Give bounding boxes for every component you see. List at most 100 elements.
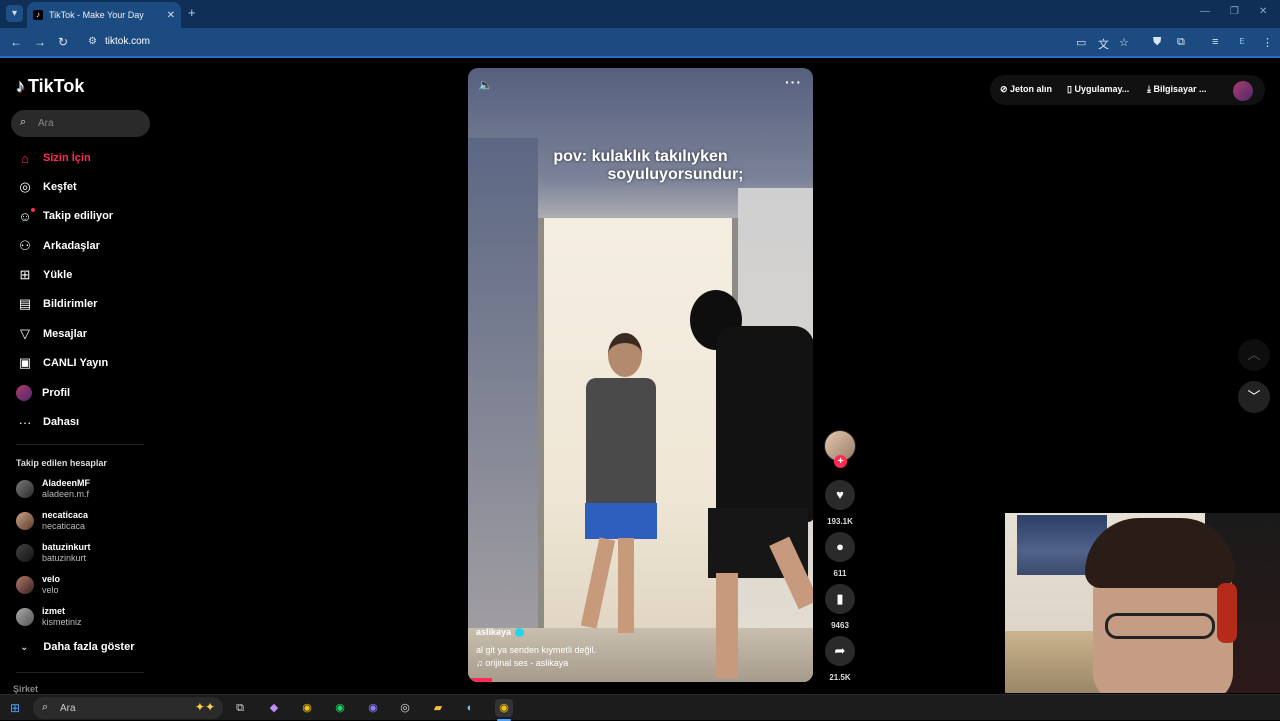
forward-icon[interactable]: → <box>34 35 46 49</box>
back-icon[interactable]: ← <box>10 35 22 49</box>
window-close-icon[interactable]: ✕ <box>1259 6 1267 17</box>
sidebar-item-label: Bildirimler <box>43 298 98 310</box>
video-person-girl-head <box>608 333 642 377</box>
account-name: batuzinkurt <box>42 542 91 552</box>
reload-icon[interactable]: ↻ <box>58 35 68 49</box>
sidebar-item-label: CANLI Yayın <box>43 357 109 369</box>
obs-icon[interactable]: ◎ <box>396 699 414 717</box>
show-more-button[interactable]: ⌄ Daha fazla göster <box>16 641 134 653</box>
get-coins-label: Jeton alın <box>1010 84 1053 94</box>
task-view-icon[interactable]: ⧉ <box>231 699 249 717</box>
search-icon: ⌕ <box>20 116 27 128</box>
chrome-icon[interactable]: ◉ <box>298 699 316 717</box>
desktop-app-label: Bilgisayar ... <box>1153 84 1207 94</box>
browser-tab[interactable]: ♪ TikTok - Make Your Day ✕ <box>27 2 181 28</box>
shield-extension-icon[interactable]: ⛊ <box>1153 36 1161 49</box>
cast-icon[interactable]: ▭ <box>1076 36 1086 49</box>
chrome-menu-icon[interactable]: ⋮ <box>1262 36 1273 49</box>
sidebar-item-more[interactable]: ··· Dahası <box>16 412 80 432</box>
webcam-headset <box>1217 583 1237 643</box>
sidebar-item-profile[interactable]: Profil <box>16 383 70 403</box>
bookmark-star-icon[interactable]: ☆ <box>1119 36 1129 49</box>
avatar <box>16 480 34 498</box>
translate-icon[interactable]: 文 <box>1098 36 1109 52</box>
new-tab-icon[interactable]: + <box>188 5 196 20</box>
url-text: tiktok.com <box>105 36 151 47</box>
sidebar-item-friends[interactable]: ⚇ Arkadaşlar <box>16 236 100 256</box>
webcam-person-hair <box>1085 518 1235 588</box>
sidebar-item-messages[interactable]: ▽ Mesajlar <box>16 324 87 344</box>
maximize-icon[interactable]: ❐ <box>1230 6 1239 17</box>
video-author[interactable]: aslikaya <box>476 627 525 638</box>
minimize-icon[interactable]: — <box>1200 6 1210 17</box>
chrome-active-icon[interactable]: ◉ <box>495 699 513 717</box>
comment-icon[interactable]: ● <box>825 532 855 562</box>
browser-toolbar: ← → ↻ ⚙ tiktok.com ▭ 文 ☆ ⛊ ⧉ ≡ ⋮ <box>0 28 1280 58</box>
tab-close-icon[interactable]: ✕ <box>167 10 175 21</box>
like-heart-icon[interactable]: ♥ <box>825 480 855 510</box>
sidebar-item-label: Keşfet <box>43 181 77 193</box>
taskbar-search-label: Ara <box>60 703 76 714</box>
follow-plus-icon[interactable]: + <box>834 455 847 468</box>
sidebar-item-label: Mesajlar <box>43 328 88 340</box>
footer-company-link[interactable]: Şirket <box>13 684 38 694</box>
volume-icon[interactable]: 🔈 <box>478 78 493 92</box>
windows-start-icon[interactable]: ⊞ <box>10 701 20 715</box>
sidebar-item-notifications[interactable]: ▤ Bildirimler <box>16 294 98 314</box>
account-handle: kismetiniz <box>42 617 82 627</box>
bookmark-icon[interactable]: ▮ <box>825 584 855 614</box>
followed-account[interactable]: izmet kismetiniz <box>16 606 82 628</box>
sidebar-item-explore[interactable]: ◎ Keşfet <box>16 177 77 197</box>
discord-icon[interactable]: ◉ <box>364 699 382 717</box>
file-explorer-icon[interactable]: ▰ <box>429 699 447 717</box>
previous-video-button[interactable]: ︿ <box>1238 339 1270 371</box>
tab-search-button[interactable]: ▾ <box>6 5 23 22</box>
share-arrow-icon[interactable]: ➦ <box>825 636 855 666</box>
video-scene-wall <box>468 138 538 682</box>
get-app-button[interactable]: ▯ Uygulamay... <box>1067 84 1129 95</box>
account-handle: aladeen.m.f <box>42 489 90 499</box>
video-music[interactable]: ♫ orijinal ses - aslikaya <box>476 658 568 668</box>
share-count: 21.5K <box>829 673 851 682</box>
video-player[interactable]: 🔈 ··· pov: kulaklık takılıyken soyuluyor… <box>468 68 813 682</box>
search-input[interactable]: ⌕ Ara <box>11 110 150 137</box>
tiktok-logo[interactable]: ♪ TikTok <box>16 76 84 97</box>
sidebar-item-label: Sizin İçin <box>43 152 91 164</box>
followed-account[interactable]: AladeenMF aladeen.m.f <box>16 478 90 500</box>
sidebar-item-upload[interactable]: ⊞ Yükle <box>16 265 73 285</box>
sidebar-item-for-you[interactable]: ⌂ Sizin İçin <box>16 148 91 168</box>
sidebar-item-live[interactable]: ▣ CANLI Yayın <box>16 353 108 373</box>
avatar-icon <box>16 385 32 401</box>
coin-icon: ⊘ <box>1000 84 1011 94</box>
user-avatar[interactable] <box>1233 81 1253 101</box>
spotify-icon[interactable]: ◉ <box>331 699 349 717</box>
comment-count: 611 <box>833 569 847 578</box>
desktop-app-button[interactable]: ⤓ Bilgisayar ... <box>1147 84 1207 95</box>
media-controls-icon[interactable]: ≡ <box>1212 36 1218 48</box>
next-video-button[interactable]: ﹀ <box>1238 381 1270 413</box>
address-bar[interactable]: ⚙ tiktok.com <box>80 32 1140 53</box>
top-right-actions: ⊘ Jeton alın ▯ Uygulamay... ⤓ Bilgisayar… <box>990 75 1265 105</box>
more-icon: ··· <box>18 414 32 430</box>
compass-icon: ◎ <box>19 179 31 194</box>
sidebar-item-label: Profil <box>42 387 71 399</box>
inbox-icon: ▤ <box>18 296 32 311</box>
followed-account[interactable]: batuzinkurt batuzinkurt <box>16 542 91 564</box>
site-info-icon[interactable]: ⚙ <box>88 36 97 47</box>
video-person-man-leg <box>716 573 738 678</box>
steam-icon[interactable]: ◐ <box>461 699 479 717</box>
get-coins-button[interactable]: ⊘ Jeton alın <box>1000 84 1052 95</box>
followed-account[interactable]: velo velo <box>16 574 60 596</box>
music-note-icon: ♫ <box>476 658 486 668</box>
video-more-icon[interactable]: ··· <box>785 74 802 90</box>
tab-title: TikTok - Make Your Day <box>49 10 144 20</box>
video-person-man-body <box>716 326 813 522</box>
person-check-icon: ☺ <box>16 207 35 224</box>
extensions-icon[interactable]: ⧉ <box>1177 36 1185 49</box>
taskbar-search[interactable]: ⌕ Ara ✦✦ <box>33 697 223 719</box>
copilot-icon[interactable]: ◆ <box>265 699 283 717</box>
sidebar-item-following[interactable]: ☺ Takip ediliyor <box>16 206 113 226</box>
video-progress-bar[interactable] <box>468 678 493 682</box>
browser-profile-avatar[interactable]: E <box>1235 35 1249 49</box>
followed-account[interactable]: necaticaca necaticaca <box>16 510 88 532</box>
